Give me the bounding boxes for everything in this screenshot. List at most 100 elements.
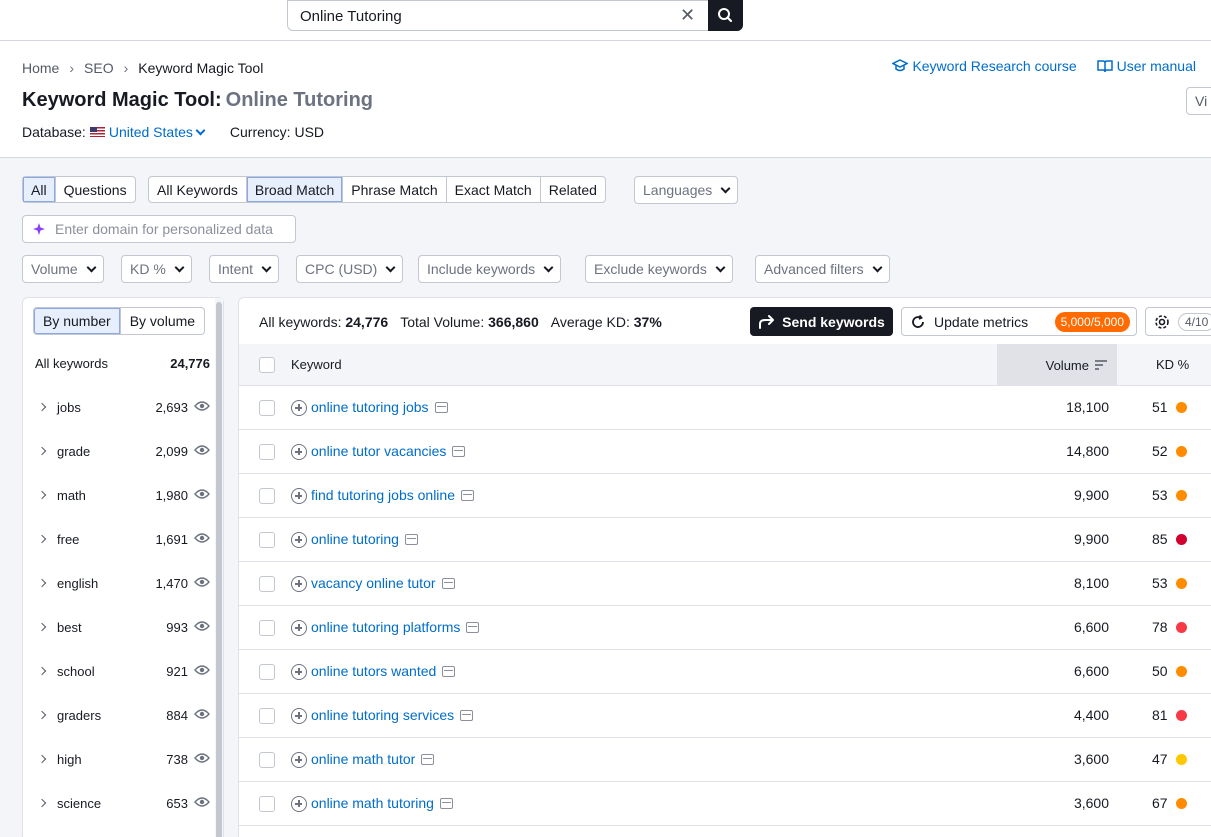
add-to-list-icon[interactable] [291,444,307,460]
keyword-link[interactable]: online math tutor [311,751,435,767]
add-to-list-icon[interactable] [291,796,307,812]
eye-icon[interactable] [194,708,210,720]
add-to-list-icon[interactable] [291,488,307,504]
tab-all-keywords[interactable]: All Keywords [149,177,247,202]
keyword-link[interactable]: find tutoring jobs online [311,487,474,503]
keyword-research-course-link[interactable]: Keyword Research course [892,58,1077,74]
by-volume-button[interactable]: By volume [119,308,204,334]
chevron-right-icon[interactable] [37,710,47,720]
group-item[interactable]: math 1,980 [23,473,215,517]
row-checkbox[interactable] [259,532,275,548]
serp-icon[interactable] [421,753,435,765]
row-checkbox[interactable] [259,400,275,416]
keyword-link[interactable]: vacancy online tutor [311,575,455,591]
volume-filter[interactable]: Volume [22,255,104,283]
group-item[interactable]: best 993 [23,605,215,649]
tab-exact-match[interactable]: Exact Match [447,177,541,202]
keyword-link[interactable]: online tutoring jobs [311,399,448,415]
chevron-right-icon[interactable] [37,534,47,544]
row-checkbox[interactable] [259,620,275,636]
tab-questions[interactable]: Questions [56,177,135,202]
tab-related[interactable]: Related [541,177,605,202]
kd-column-header[interactable]: KD % [1156,357,1189,372]
group-item[interactable]: high 738 [23,737,215,781]
group-item[interactable]: jobs 2,693 [23,385,215,429]
database-selector[interactable]: United States [89,124,206,140]
cpc-filter[interactable]: CPC (USD) [296,255,404,283]
keyword-link[interactable]: online tutoring platforms [311,619,480,635]
add-to-list-icon[interactable] [291,752,307,768]
group-item[interactable]: graders 884 [23,693,215,737]
include-keywords-filter[interactable]: Include keywords [418,255,562,283]
chevron-right-icon[interactable] [37,490,47,500]
group-item[interactable]: english 1,470 [23,561,215,605]
row-checkbox[interactable] [259,664,275,680]
volume-column-header[interactable]: Volume [997,344,1117,386]
chevron-right-icon[interactable] [37,402,47,412]
row-checkbox[interactable] [259,708,275,724]
exclude-keywords-filter[interactable]: Exclude keywords [585,255,733,283]
eye-icon[interactable] [194,752,210,764]
breadcrumb-home[interactable]: Home [22,60,59,76]
group-item[interactable]: school 921 [23,649,215,693]
scrollbar-thumb[interactable] [216,302,222,837]
serp-icon[interactable] [439,797,453,809]
row-checkbox[interactable] [259,796,275,812]
serp-icon[interactable] [442,665,456,677]
update-metrics-button[interactable]: Update metrics 5,000/5,000 [901,307,1137,336]
send-keywords-button[interactable]: Send keywords [750,307,893,336]
eye-icon[interactable] [194,400,210,412]
column-settings-button[interactable]: 4/10 [1145,307,1211,336]
add-to-list-icon[interactable] [291,620,307,636]
eye-icon[interactable] [194,576,210,588]
eye-icon[interactable] [194,620,210,632]
eye-icon[interactable] [194,796,210,808]
chevron-right-icon[interactable] [37,754,47,764]
advanced-filters[interactable]: Advanced filters [755,255,890,283]
domain-input[interactable]: Enter domain for personalized data [22,215,296,243]
eye-icon[interactable] [194,444,210,456]
row-checkbox[interactable] [259,444,275,460]
serp-icon[interactable] [461,489,474,501]
serp-icon[interactable] [404,533,418,545]
search-button[interactable] [708,0,743,31]
chevron-right-icon[interactable] [37,578,47,588]
chevron-right-icon[interactable] [37,666,47,676]
eye-icon[interactable] [194,664,210,676]
add-to-list-icon[interactable] [291,708,307,724]
view-button[interactable]: Vi [1186,87,1211,115]
eye-icon[interactable] [194,488,210,500]
add-to-list-icon[interactable] [291,576,307,592]
select-all-checkbox[interactable] [259,357,275,373]
search-box[interactable]: Online Tutoring ✕ [287,0,743,31]
row-checkbox[interactable] [259,752,275,768]
breadcrumb-seo[interactable]: SEO [84,60,114,76]
keyword-link[interactable]: online tutor vacancies [311,443,466,459]
row-checkbox[interactable] [259,576,275,592]
chevron-right-icon[interactable] [37,446,47,456]
group-all-keywords[interactable]: All keywords 24,776 [23,341,215,385]
keyword-link[interactable]: online tutoring [311,531,418,547]
eye-icon[interactable] [194,532,210,544]
languages-dropdown[interactable]: Languages [634,176,739,204]
serp-icon[interactable] [441,577,455,589]
add-to-list-icon[interactable] [291,664,307,680]
serp-icon[interactable] [434,401,448,413]
intent-filter[interactable]: Intent [209,255,280,283]
keyword-link[interactable]: online tutors wanted [311,663,456,679]
serp-icon[interactable] [460,709,474,721]
tab-broad-match[interactable]: Broad Match [246,177,344,202]
keyword-link[interactable]: online math tutoring [311,795,453,811]
tab-phrase-match[interactable]: Phrase Match [343,177,447,202]
user-manual-link[interactable]: User manual [1096,58,1196,74]
tab-all[interactable]: All [23,177,56,202]
chevron-right-icon[interactable] [37,798,47,808]
group-item[interactable]: free 1,691 [23,517,215,561]
serp-icon[interactable] [466,621,480,633]
by-number-button[interactable]: By number [34,308,120,334]
keyword-link[interactable]: online tutoring services [311,707,474,723]
group-item[interactable]: grade 2,099 [23,429,215,473]
chevron-right-icon[interactable] [37,622,47,632]
kd-filter[interactable]: KD % [121,255,192,283]
search-input[interactable]: Online Tutoring [300,8,402,25]
